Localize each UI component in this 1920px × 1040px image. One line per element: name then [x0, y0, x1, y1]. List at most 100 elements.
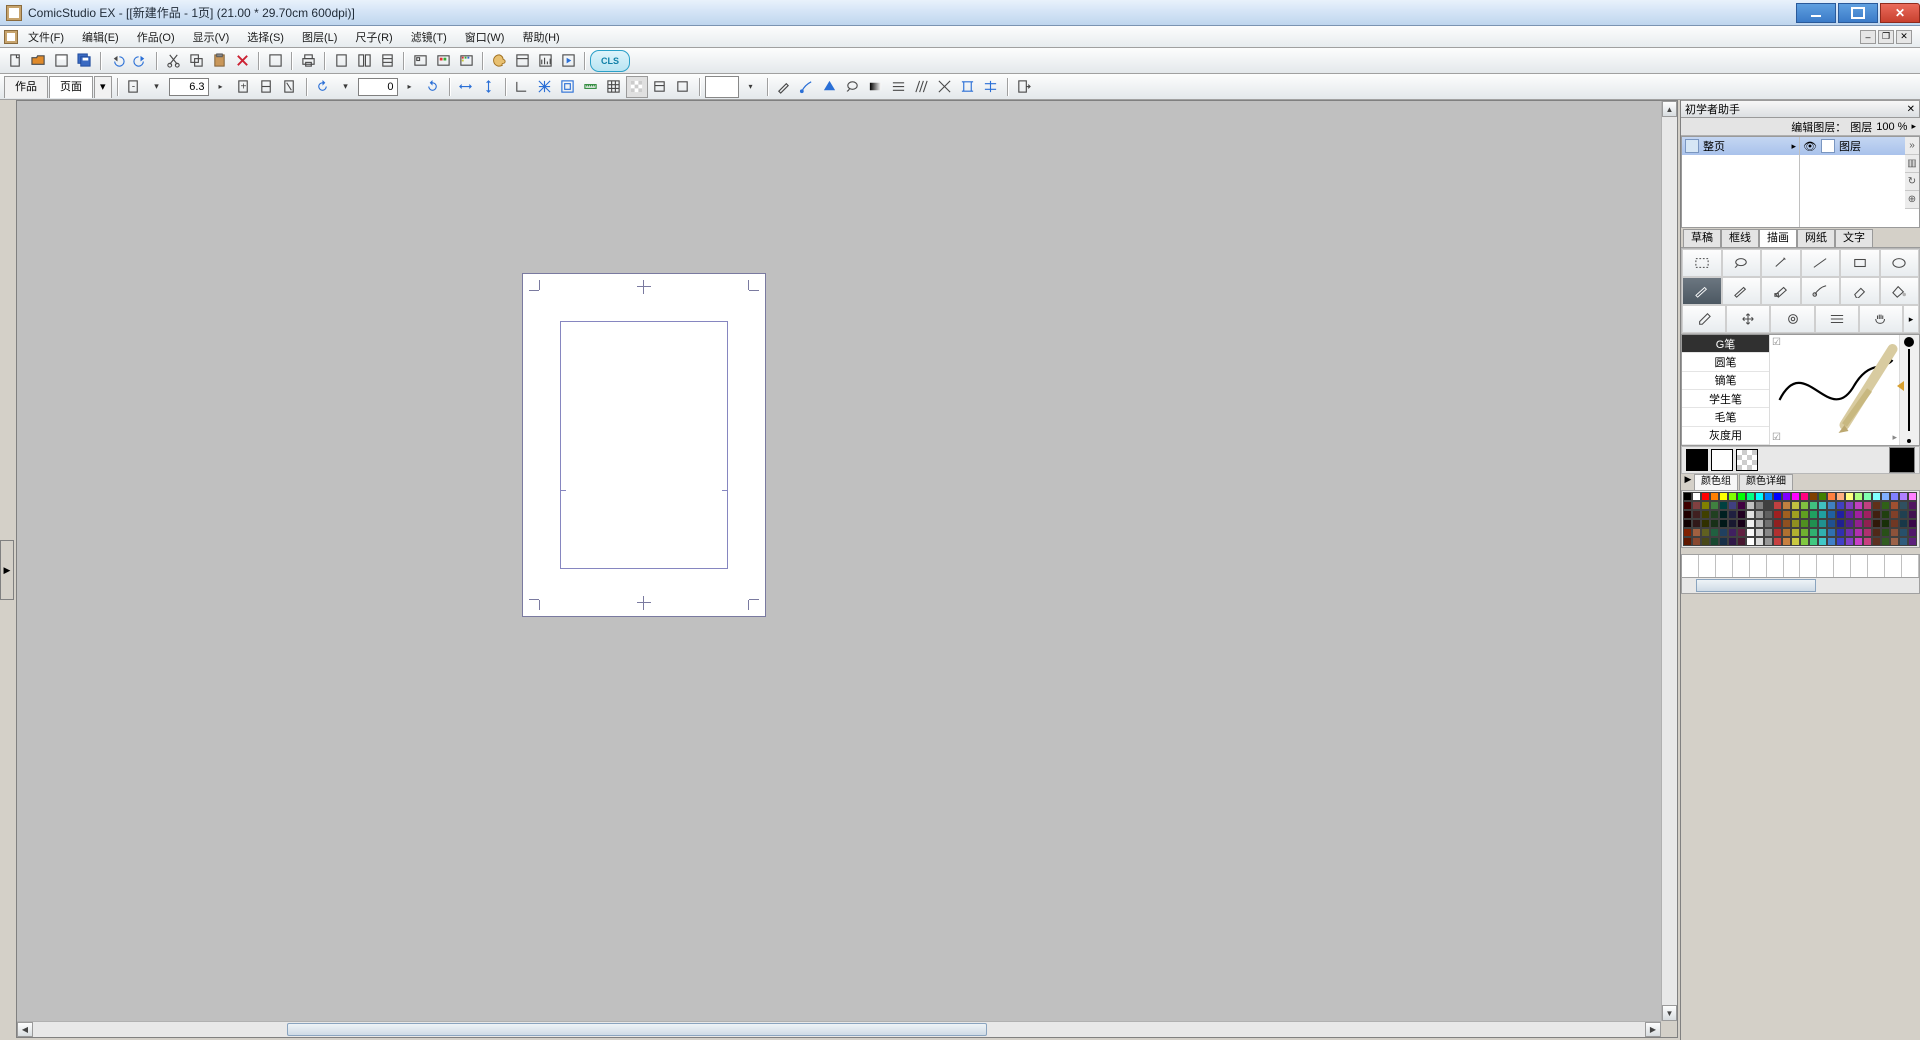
- menu-help[interactable]: 帮助(H): [514, 27, 567, 47]
- layer-visible-icon[interactable]: 👁: [1803, 140, 1817, 153]
- palette-color[interactable]: [1782, 501, 1791, 510]
- palette-color[interactable]: [1854, 492, 1863, 501]
- palette-color[interactable]: [1683, 528, 1692, 537]
- scroll-left-button[interactable]: ◀: [17, 1022, 33, 1037]
- palette-color[interactable]: [1836, 537, 1845, 546]
- palette-color[interactable]: [1737, 492, 1746, 501]
- timeline-thumb[interactable]: [1696, 579, 1816, 592]
- tool-brush[interactable]: [1801, 277, 1841, 305]
- rotate-value[interactable]: 0: [358, 78, 398, 96]
- palette-color[interactable]: [1836, 492, 1845, 501]
- palette-color[interactable]: [1764, 510, 1773, 519]
- view-opt1-button[interactable]: [649, 76, 671, 98]
- grid-button[interactable]: [603, 76, 625, 98]
- page-tree-expand-icon[interactable]: ▸: [1791, 141, 1796, 152]
- menu-layer[interactable]: 图层(L): [294, 27, 345, 47]
- tool-lasso[interactable]: [1722, 249, 1762, 277]
- palette-color[interactable]: [1800, 510, 1809, 519]
- fit-page-button[interactable]: [256, 76, 278, 98]
- palette-color[interactable]: [1782, 510, 1791, 519]
- palette-color[interactable]: [1890, 501, 1899, 510]
- palette-color[interactable]: [1737, 537, 1746, 546]
- palette-color[interactable]: [1746, 492, 1755, 501]
- palette-color[interactable]: [1683, 510, 1692, 519]
- zoom-out-button[interactable]: -: [123, 76, 145, 98]
- export-button[interactable]: [1013, 76, 1035, 98]
- perspective-h-button[interactable]: [957, 76, 979, 98]
- layer-item[interactable]: 👁 图层: [1800, 137, 1919, 155]
- palette-expand-icon[interactable]: ▶: [1683, 474, 1693, 490]
- palette-color[interactable]: [1908, 537, 1917, 546]
- palette-color[interactable]: [1818, 501, 1827, 510]
- properties-button[interactable]: [511, 50, 533, 72]
- foreground-swatch[interactable]: [1686, 449, 1708, 471]
- palette-color[interactable]: [1683, 492, 1692, 501]
- palette-color[interactable]: [1845, 537, 1854, 546]
- transparent-swatch[interactable]: [1736, 449, 1758, 471]
- palette-color[interactable]: [1683, 501, 1692, 510]
- palette-color[interactable]: [1782, 537, 1791, 546]
- palette-color[interactable]: [1800, 537, 1809, 546]
- palette-color[interactable]: [1701, 519, 1710, 528]
- pen-preset-3[interactable]: 学生笔: [1682, 390, 1769, 408]
- palette-color[interactable]: [1773, 519, 1782, 528]
- palette-color[interactable]: [1728, 510, 1737, 519]
- rotate-step-button[interactable]: ▸: [399, 76, 421, 98]
- background-swatch[interactable]: [1711, 449, 1733, 471]
- palette-color[interactable]: [1737, 519, 1746, 528]
- palette-color[interactable]: [1908, 528, 1917, 537]
- window-maximize-button[interactable]: [1838, 3, 1878, 23]
- palette-color[interactable]: [1881, 501, 1890, 510]
- current-color-swatch[interactable]: [1889, 447, 1915, 473]
- page-paper[interactable]: [522, 273, 766, 617]
- palette-color[interactable]: [1872, 510, 1881, 519]
- menu-window[interactable]: 窗口(W): [457, 27, 513, 47]
- palette-color[interactable]: [1746, 528, 1755, 537]
- palette-color[interactable]: [1701, 492, 1710, 501]
- palette-color[interactable]: [1710, 537, 1719, 546]
- swatch-arrow[interactable]: ▾: [740, 76, 762, 98]
- zoom-in-button[interactable]: +: [233, 76, 255, 98]
- palette-color[interactable]: [1701, 528, 1710, 537]
- palette-tab-detail[interactable]: 颜色详细: [1739, 474, 1793, 490]
- layer-header-menu-icon[interactable]: ▸: [1911, 121, 1916, 132]
- menu-ruler[interactable]: 尺子(R): [347, 27, 400, 47]
- palette-color[interactable]: [1809, 528, 1818, 537]
- fit-width-button[interactable]: [279, 76, 301, 98]
- palette-color[interactable]: [1701, 501, 1710, 510]
- palette-color[interactable]: [1692, 501, 1701, 510]
- palette-button[interactable]: [488, 50, 510, 72]
- tool-wand[interactable]: [1761, 249, 1801, 277]
- palette-color[interactable]: [1719, 528, 1728, 537]
- palette-color[interactable]: [1800, 528, 1809, 537]
- palette-color[interactable]: [1755, 492, 1764, 501]
- palette-color[interactable]: [1809, 519, 1818, 528]
- palette-color[interactable]: [1899, 519, 1908, 528]
- palette-color[interactable]: [1890, 519, 1899, 528]
- flip-h-button[interactable]: [455, 76, 477, 98]
- page-tree-item[interactable]: 整页 ▸: [1682, 137, 1799, 155]
- tab-page[interactable]: 页面: [49, 76, 93, 98]
- palette-color[interactable]: [1719, 537, 1728, 546]
- palette-color[interactable]: [1800, 492, 1809, 501]
- palette-tab-group[interactable]: 颜色组: [1694, 474, 1738, 490]
- palette-color[interactable]: [1881, 492, 1890, 501]
- palette-color[interactable]: [1890, 537, 1899, 546]
- tab-text[interactable]: 文字: [1835, 229, 1873, 247]
- palette-color[interactable]: [1683, 537, 1692, 546]
- palette-color[interactable]: [1863, 501, 1872, 510]
- delete-button[interactable]: [231, 50, 253, 72]
- tool-eyedrop[interactable]: [1682, 305, 1726, 333]
- thumbnail3-button[interactable]: [455, 50, 477, 72]
- layer-side-menu-icon[interactable]: »: [1905, 137, 1919, 155]
- pen-preset-2[interactable]: 镝笔: [1682, 372, 1769, 390]
- brush-quick-button[interactable]: [796, 76, 818, 98]
- palette-color[interactable]: [1710, 501, 1719, 510]
- palette-color[interactable]: [1809, 537, 1818, 546]
- tool-menu-icon[interactable]: ▸: [1903, 305, 1919, 333]
- palette-color[interactable]: [1872, 528, 1881, 537]
- palette-color[interactable]: [1899, 492, 1908, 501]
- palette-color[interactable]: [1818, 519, 1827, 528]
- palette-color[interactable]: [1782, 519, 1791, 528]
- palette-color[interactable]: [1764, 528, 1773, 537]
